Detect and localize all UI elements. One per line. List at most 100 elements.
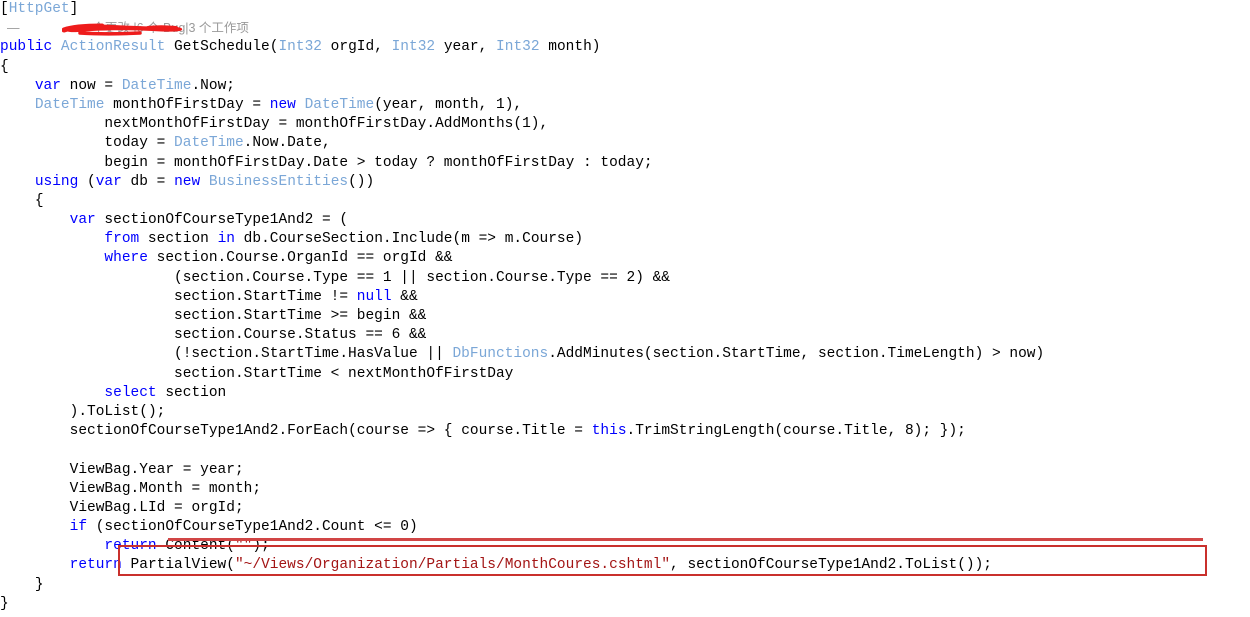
code-token-str: "" [234, 538, 253, 555]
code-token-type: DbFunctions [452, 346, 549, 363]
code-token-plain: month) [539, 39, 601, 56]
code-token-plain: .Now.Date, [243, 135, 331, 152]
codelens-annotation-row[interactable]: — 个更改 |6 个 Bug|3 个工作项 [0, 19, 1250, 38]
code-token-plain: monthOfFirstDay = [104, 96, 270, 113]
code-token-plain: db.CourseSection.Include(m => m.Course) [234, 231, 584, 248]
code-token-plain: ViewBag.LId = orgId; [69, 499, 244, 516]
code-line[interactable]: public ActionResult GetSchedule(Int32 or… [0, 38, 1250, 57]
code-token-plain: section.Course.OrganId == orgId && [147, 250, 453, 267]
code-token-kw: in [217, 231, 235, 248]
code-token-plain: .TrimStringLength(course.Title, 8); }); [626, 423, 966, 440]
code-token-plain: begin = monthOfFirstDay.Date > today ? m… [104, 154, 653, 171]
code-token-plain: section.StartTime != [174, 288, 357, 305]
code-token-plain: db = [121, 173, 175, 190]
code-token-kw: public [0, 39, 53, 56]
code-line[interactable]: where section.Course.OrganId == orgId && [0, 249, 1250, 268]
red-strikethrough-annotation [168, 538, 1203, 541]
code-line[interactable]: ViewBag.Month = month; [0, 480, 1250, 499]
code-editor-pane[interactable]: [HttpGet] — 个更改 |6 个 Bug|3 个工作项 public Ac… [0, 0, 1250, 617]
code-token-type: ActionResult [60, 39, 166, 56]
codelens-metrics-text[interactable]: 个更改 |6 个 Bug|3 个工作项 [92, 21, 249, 35]
code-token-kw: from [104, 231, 140, 248]
code-line[interactable]: sectionOfCourseType1And2.ForEach(course … [0, 422, 1250, 441]
code-line[interactable]: nextMonthOfFirstDay = monthOfFirstDay.Ad… [0, 115, 1250, 134]
code-line[interactable]: ).ToList(); [0, 403, 1250, 422]
code-line[interactable]: today = DateTime.Now.Date, [0, 134, 1250, 153]
code-token-plain: Content( [156, 538, 235, 555]
code-line[interactable]: section.StartTime != null && [0, 288, 1250, 307]
code-line[interactable]: select section [0, 384, 1250, 403]
code-line[interactable]: using (var db = new BusinessEntities()) [0, 173, 1250, 192]
code-line[interactable]: (!section.StartTime.HasValue || DbFuncti… [0, 345, 1250, 364]
code-token-plain: PartialView( [121, 557, 235, 574]
code-line[interactable]: ViewBag.LId = orgId; [0, 499, 1250, 518]
code-token-plain: [ [0, 1, 9, 17]
code-token-plain: orgId, [321, 39, 392, 56]
code-token-plain: nextMonthOfFirstDay = monthOfFirstDay.Ad… [104, 116, 549, 133]
code-line[interactable]: section.Course.Status == 6 && [0, 326, 1250, 345]
code-token-kw: using [34, 173, 79, 190]
code-token-plain: .AddMinutes(section.StartTime, section.T… [548, 346, 1045, 363]
code-token-type: DateTime [174, 135, 244, 152]
code-line[interactable]: ViewBag.Year = year; [0, 461, 1250, 480]
code-token-plain: section [156, 384, 227, 401]
code-token-plain: sectionOfCourseType1And2 = ( [95, 212, 349, 229]
code-line[interactable]: section.StartTime >= begin && [0, 307, 1250, 326]
code-block[interactable]: [HttpGet] — 个更改 |6 个 Bug|3 个工作项 public Ac… [0, 0, 1250, 614]
code-line[interactable]: return PartialView("~/Views/Organization… [0, 556, 1250, 575]
code-token-plain: ); [252, 538, 270, 555]
code-line[interactable]: } [0, 595, 1250, 614]
code-token-kw: var [34, 77, 61, 94]
code-token-plain: section.Course.Status == 6 && [174, 327, 427, 344]
code-token-type: Int32 [278, 39, 322, 56]
code-line[interactable]: [HttpGet] [0, 0, 1250, 19]
codelens-dash: — [0, 21, 27, 36]
code-token-kw: new [269, 96, 296, 113]
code-line[interactable]: var sectionOfCourseType1And2 = ( [0, 211, 1250, 230]
code-token-kw: select [104, 384, 157, 401]
code-token-plain: section [139, 231, 218, 248]
code-token-kw: if [69, 519, 88, 536]
code-token-plain: section.StartTime < nextMonthOfFirstDay [174, 365, 514, 382]
code-line[interactable]: { [0, 192, 1250, 211]
code-line[interactable]: begin = monthOfFirstDay.Date > today ? m… [0, 154, 1250, 173]
code-token-kw: new [174, 173, 201, 190]
code-line[interactable]: } [0, 576, 1250, 595]
code-token-plain: (section.Course.Type == 1 || section.Cou… [174, 269, 671, 286]
code-token-type: Int32 [496, 39, 540, 56]
code-line[interactable]: { [0, 58, 1250, 77]
code-token-kw: this [591, 423, 627, 440]
code-token-plain: && [391, 288, 418, 305]
code-token-plain: sectionOfCourseType1And2.ForEach(course … [69, 423, 592, 440]
code-line[interactable]: (section.Course.Type == 1 || section.Cou… [0, 269, 1250, 288]
code-token-plain: today = [104, 135, 175, 152]
code-token-plain: { [34, 192, 44, 209]
code-line[interactable]: section.StartTime < nextMonthOfFirstDay [0, 365, 1250, 384]
code-line[interactable] [0, 441, 1250, 460]
code-line[interactable]: var now = DateTime.Now; [0, 77, 1250, 96]
code-token-plain: now = [60, 77, 122, 94]
code-token-str: "~/Views/Organization/Partials/MonthCour… [234, 557, 671, 574]
code-line[interactable]: if (sectionOfCourseType1And2.Count <= 0) [0, 518, 1250, 537]
code-line[interactable]: from section in db.CourseSection.Include… [0, 230, 1250, 249]
code-token-kw: return [69, 557, 122, 574]
code-line[interactable]: DateTime monthOfFirstDay = new DateTime(… [0, 96, 1250, 115]
